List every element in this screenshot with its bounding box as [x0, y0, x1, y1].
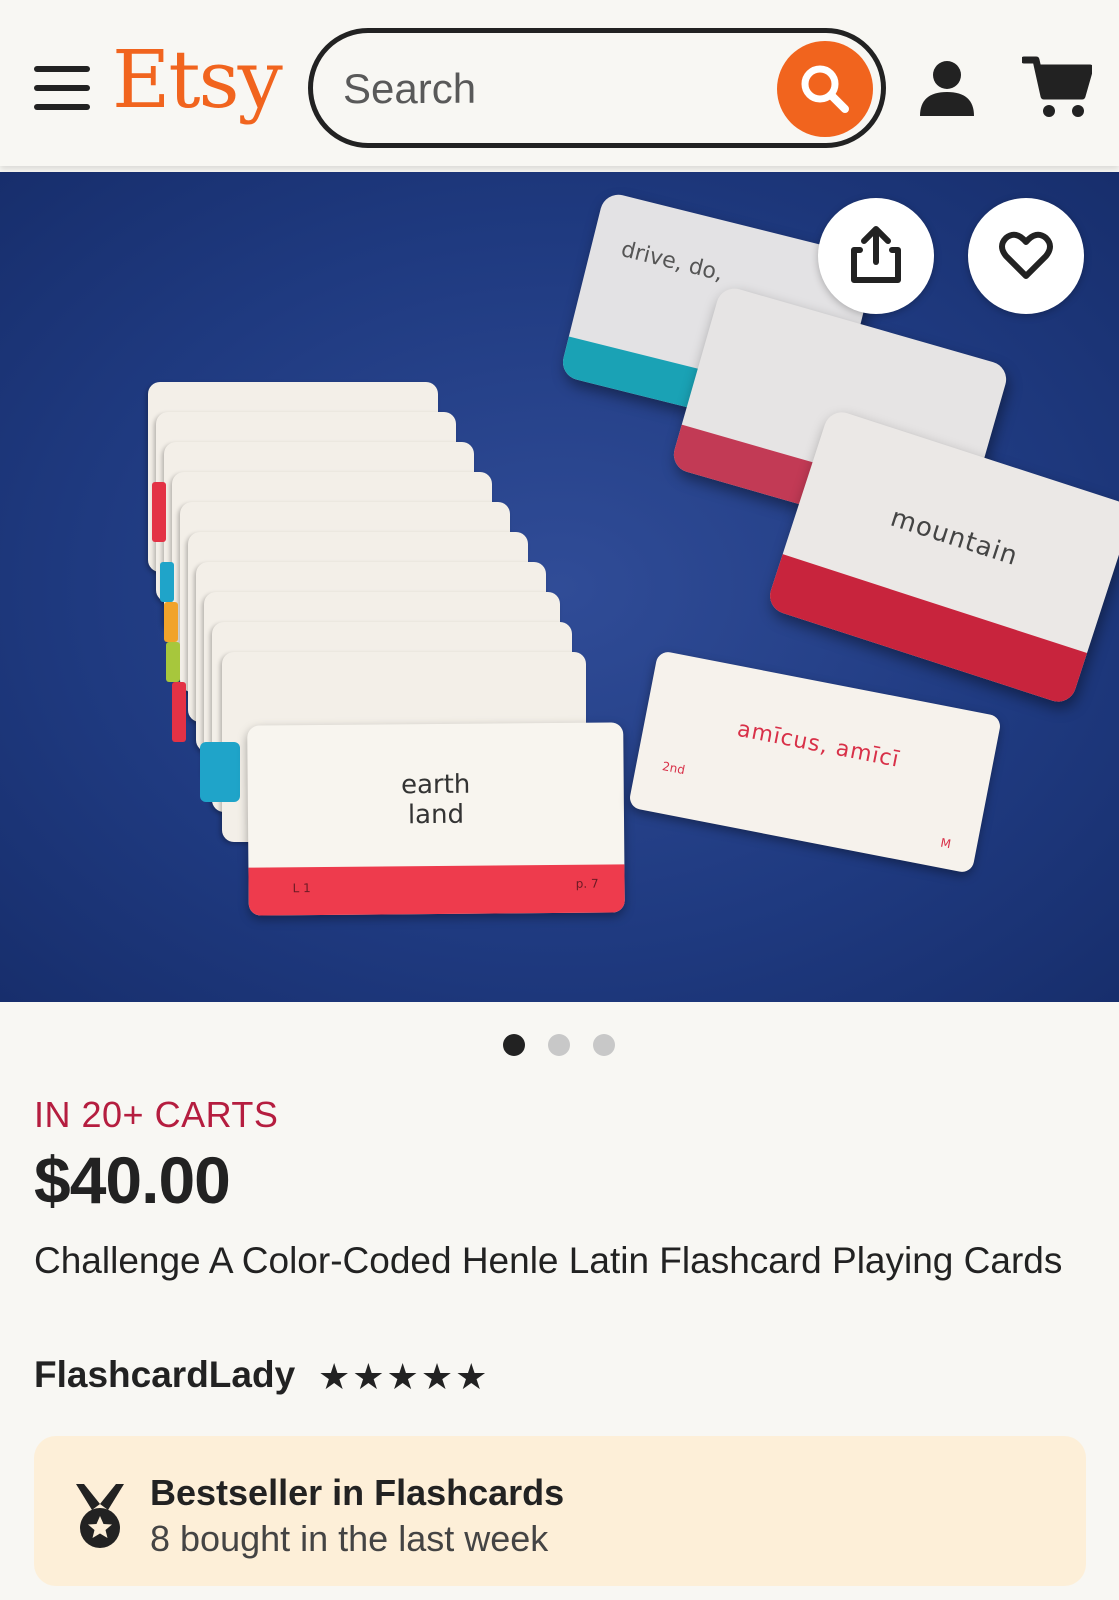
- product-price: $40.00: [34, 1143, 231, 1217]
- edge-tab: [172, 682, 186, 742]
- card-page: p. 7: [575, 876, 599, 891]
- etsy-logo[interactable]: Etsy: [112, 40, 283, 120]
- front-flashcard: earth land L 1 p. 7: [247, 722, 625, 916]
- bestseller-banner: Bestseller in Flashcards 8 bought in the…: [34, 1436, 1086, 1586]
- rating-stars[interactable]: ★★★★★: [318, 1356, 489, 1398]
- bestseller-subtitle: 8 bought in the last week: [150, 1518, 549, 1559]
- search-input[interactable]: [343, 59, 763, 119]
- box-word: drive, do,: [618, 237, 726, 287]
- menu-bar: [34, 104, 90, 110]
- card-word-line: earth: [400, 769, 471, 801]
- favorite-button[interactable]: [968, 198, 1084, 314]
- search-bar[interactable]: [308, 28, 886, 148]
- share-button[interactable]: [818, 198, 934, 314]
- carousel-dots: [503, 1034, 623, 1058]
- user-icon[interactable]: [916, 58, 978, 120]
- card-box-front: mountain: [765, 407, 1119, 707]
- card-word-line: land: [407, 799, 465, 831]
- carousel-dot-3[interactable]: [593, 1034, 615, 1056]
- menu-bar: [34, 66, 90, 72]
- carousel-dot-1[interactable]: [503, 1034, 525, 1056]
- shop-name-link[interactable]: FlashcardLady: [34, 1354, 295, 1396]
- edge-tab: [166, 642, 180, 682]
- product-image[interactable]: drive, do, mountain earth land L 1 p. 7: [0, 172, 1119, 1002]
- edge-tab: [152, 482, 166, 542]
- top-header: Etsy: [0, 0, 1119, 166]
- in-carts-badge: IN 20+ CARTS: [34, 1094, 279, 1135]
- product-title: Challenge A Color-Coded Henle Latin Flas…: [34, 1240, 1063, 1281]
- fan-edge-tabs: [150, 482, 240, 812]
- search-button[interactable]: [777, 41, 873, 137]
- card-band: L 1 p. 7: [248, 864, 625, 916]
- bestseller-title: Bestseller in Flashcards: [150, 1472, 565, 1513]
- card-word: amīcus, amīcī: [735, 716, 902, 773]
- edge-tab: [200, 742, 240, 802]
- card-word: earth land: [248, 768, 625, 831]
- menu-icon[interactable]: [34, 66, 90, 110]
- heart-icon: [999, 231, 1053, 279]
- menu-bar: [34, 85, 90, 91]
- cart-icon[interactable]: [1022, 54, 1092, 120]
- share-icon: [851, 226, 901, 283]
- card-declension: 2nd: [661, 759, 687, 778]
- search-icon: [801, 65, 849, 113]
- card-gender: M: [939, 835, 953, 852]
- edge-tab: [164, 602, 178, 642]
- edge-tab: [160, 562, 174, 602]
- box-word: mountain: [886, 502, 1022, 573]
- carousel-dot-2[interactable]: [548, 1034, 570, 1056]
- loose-flashcard: amīcus, amīcī 2nd M: [627, 650, 1003, 874]
- medal-icon: [76, 1484, 124, 1548]
- card-lesson: L 1: [292, 881, 311, 896]
